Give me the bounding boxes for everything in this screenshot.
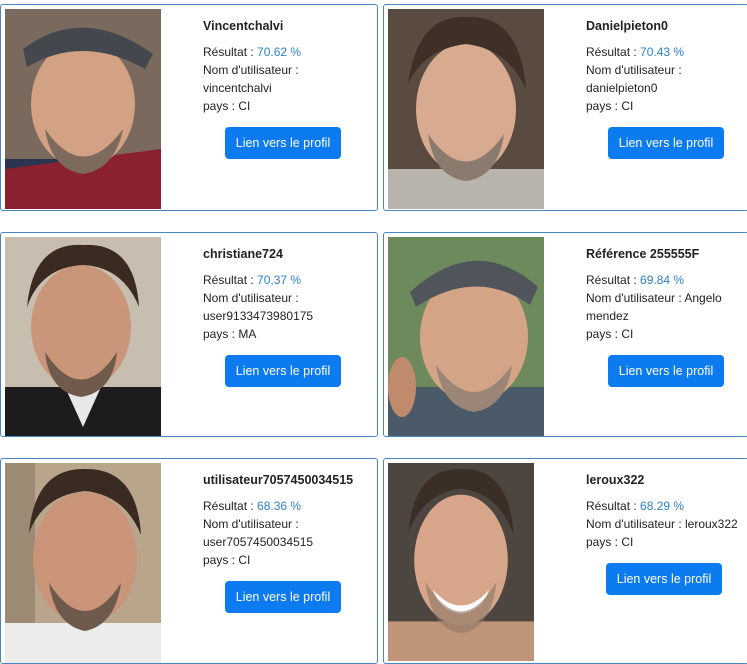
country-label: pays : bbox=[586, 535, 622, 549]
profile-link-button[interactable]: Lien vers le profil bbox=[225, 127, 341, 159]
card-title: Vincentchalvi bbox=[203, 19, 284, 33]
result-info: leroux322 Résultat : 68.29 % Nom d'utili… bbox=[586, 471, 746, 551]
result-card: Vincentchalvi Résultat : 70.62 % Nom d'u… bbox=[0, 4, 378, 211]
result-percent: 68.36 % bbox=[257, 499, 302, 513]
profile-photo bbox=[5, 9, 161, 209]
country-value: CI bbox=[238, 99, 251, 113]
result-card: christiane724 Résultat : 70,37 % Nom d'u… bbox=[0, 232, 378, 437]
profile-link-button[interactable]: Lien vers le profil bbox=[608, 355, 724, 387]
result-line: Résultat : 68.29 % bbox=[586, 497, 746, 515]
card-title: Référence 255555F bbox=[586, 247, 700, 261]
result-percent: 70.62 % bbox=[257, 45, 302, 59]
result-info: Danielpieton0 Résultat : 70.43 % Nom d'u… bbox=[586, 17, 747, 115]
result-percent: 69.84 % bbox=[640, 273, 685, 287]
username-value: user9133473980175 bbox=[203, 309, 314, 323]
country-line: pays : CI bbox=[586, 97, 747, 115]
result-card: utilisateur7057450034515 Résultat : 68.3… bbox=[0, 458, 378, 664]
profile-photo bbox=[5, 463, 161, 663]
country-line: pays : CI bbox=[203, 97, 375, 115]
result-line: Résultat : 70.62 % bbox=[203, 43, 375, 61]
card-title: christiane724 bbox=[203, 247, 283, 261]
result-info: Vincentchalvi Résultat : 70.62 % Nom d'u… bbox=[203, 17, 375, 115]
profile-link-button[interactable]: Lien vers le profil bbox=[225, 355, 341, 387]
username-line: Nom d'utilisateur : Angelo bbox=[586, 289, 747, 307]
country-value: CI bbox=[238, 553, 251, 567]
result-info: Référence 255555F Résultat : 69.84 % Nom… bbox=[586, 245, 747, 343]
result-label: Résultat : bbox=[586, 499, 641, 513]
country-value: MA bbox=[238, 327, 257, 341]
result-percent: 70.43 % bbox=[640, 45, 685, 59]
username-label: Nom d'utilisateur : bbox=[203, 63, 299, 77]
result-percent: 68.29 % bbox=[640, 499, 685, 513]
result-line: Résultat : 69.84 % bbox=[586, 271, 747, 289]
result-percent: 70,37 % bbox=[257, 273, 302, 287]
result-label: Résultat : bbox=[586, 45, 641, 59]
profile-photo bbox=[5, 237, 161, 436]
username-label: Nom d'utilisateur : bbox=[586, 63, 682, 77]
result-label: Résultat : bbox=[586, 273, 641, 287]
profile-photo bbox=[388, 237, 544, 436]
country-label: pays : bbox=[203, 327, 239, 341]
result-label: Résultat : bbox=[203, 45, 258, 59]
username-value: Angelo bbox=[684, 291, 722, 305]
result-card: Danielpieton0 Résultat : 70.43 % Nom d'u… bbox=[383, 4, 747, 211]
username-value: danielpieton0 bbox=[586, 81, 658, 95]
profile-photo bbox=[388, 9, 544, 209]
result-line: Résultat : 70.43 % bbox=[586, 43, 747, 61]
country-value: CI bbox=[621, 535, 634, 549]
result-info: utilisateur7057450034515 Résultat : 68.3… bbox=[203, 471, 375, 569]
card-title: utilisateur7057450034515 bbox=[203, 473, 354, 487]
profile-link-button[interactable]: Lien vers le profil bbox=[608, 127, 724, 159]
country-value: CI bbox=[621, 99, 634, 113]
username-value: user7057450034515 bbox=[203, 535, 314, 549]
country-line: pays : CI bbox=[203, 551, 375, 569]
profile-link-button[interactable]: Lien vers le profil bbox=[606, 563, 722, 595]
profile-photo bbox=[388, 463, 534, 661]
username-value: leroux322 bbox=[685, 517, 738, 531]
country-label: pays : bbox=[203, 553, 239, 567]
username-label: Nom d'utilisateur : bbox=[586, 517, 685, 531]
result-label: Résultat : bbox=[203, 499, 258, 513]
username-line: Nom d'utilisateur : leroux322 bbox=[586, 515, 746, 533]
result-line: Résultat : 70,37 % bbox=[203, 271, 375, 289]
country-line: pays : CI bbox=[586, 325, 747, 343]
results-grid: Vincentchalvi Résultat : 70.62 % Nom d'u… bbox=[0, 0, 747, 664]
country-label: pays : bbox=[203, 99, 239, 113]
username-label: Nom d'utilisateur : bbox=[203, 517, 299, 531]
username-value-continued: mendez bbox=[586, 309, 629, 323]
card-title: Danielpieton0 bbox=[586, 19, 668, 33]
country-line: pays : CI bbox=[586, 533, 746, 551]
result-info: christiane724 Résultat : 70,37 % Nom d'u… bbox=[203, 245, 375, 343]
result-card: Référence 255555F Résultat : 69.84 % Nom… bbox=[383, 232, 747, 437]
profile-link-button[interactable]: Lien vers le profil bbox=[225, 581, 341, 613]
country-label: pays : bbox=[586, 327, 622, 341]
username-value: vincentchalvi bbox=[203, 81, 272, 95]
result-label: Résultat : bbox=[203, 273, 258, 287]
username-label: Nom d'utilisateur : bbox=[203, 291, 299, 305]
result-line: Résultat : 68.36 % bbox=[203, 497, 375, 515]
username-label: Nom d'utilisateur : bbox=[586, 291, 685, 305]
country-line: pays : MA bbox=[203, 325, 375, 343]
country-value: CI bbox=[621, 327, 634, 341]
card-title: leroux322 bbox=[586, 473, 645, 487]
country-label: pays : bbox=[586, 99, 622, 113]
result-card: leroux322 Résultat : 68.29 % Nom d'utili… bbox=[383, 458, 747, 664]
